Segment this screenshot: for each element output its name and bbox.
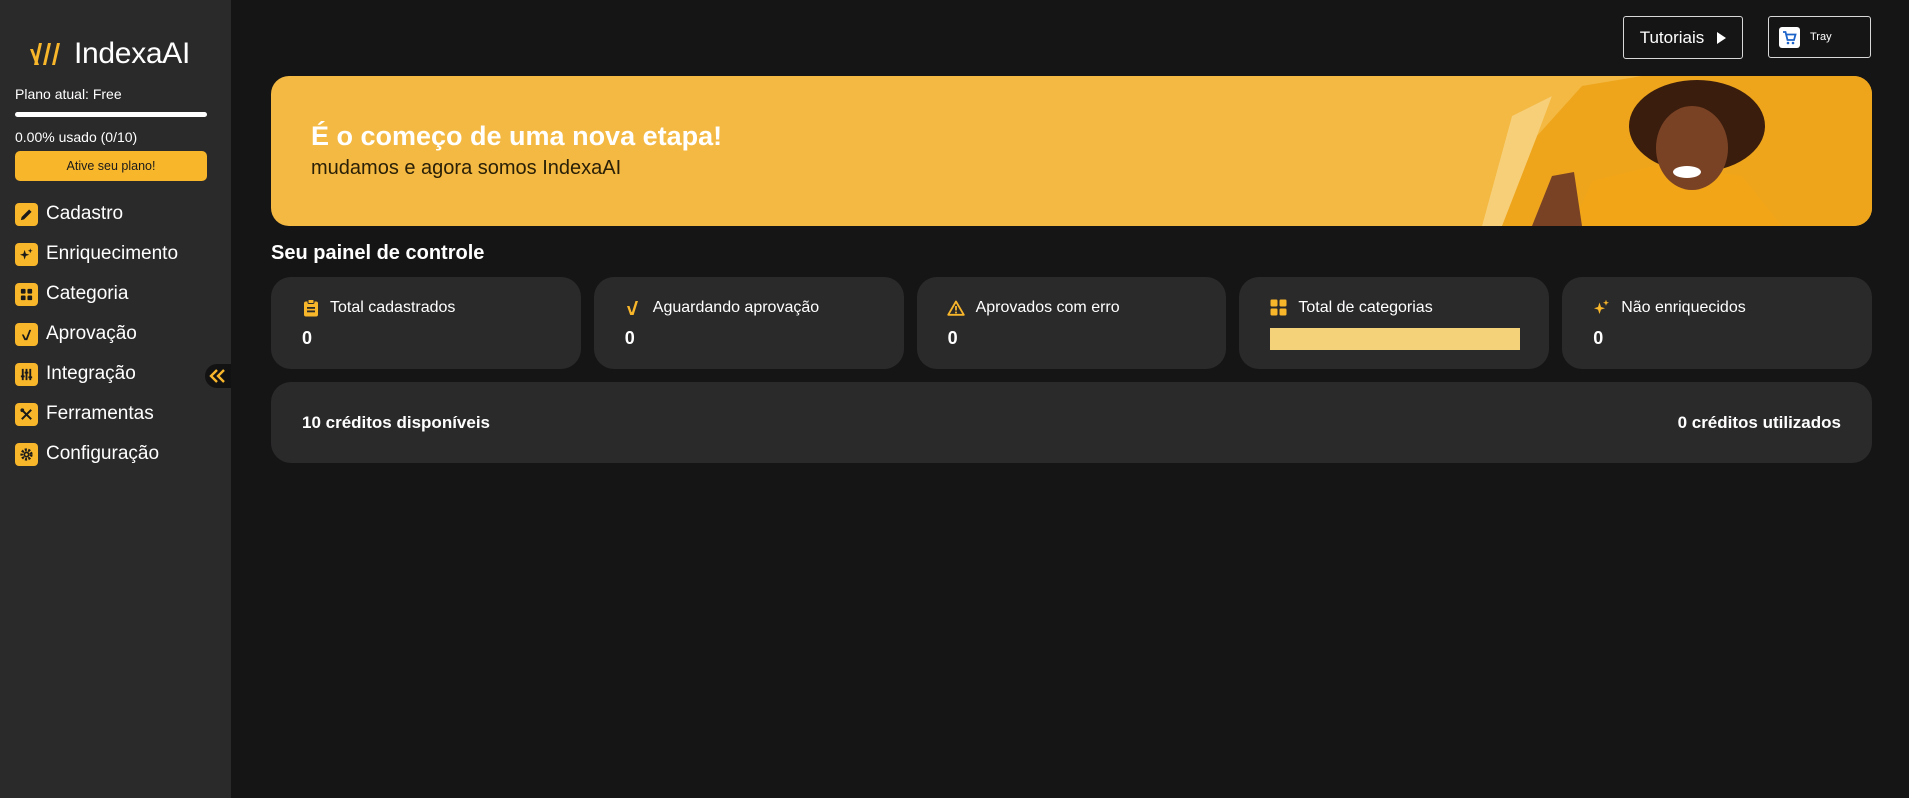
card-header: Não enriquecidos — [1592, 298, 1746, 317]
sidebar-item-label: Categoria — [46, 283, 129, 304]
app-root: IndexaAI Plano atual: Free 0.00% usado (… — [0, 0, 1909, 798]
panel-title: Seu painel de controle — [271, 242, 485, 264]
sidebar: IndexaAI Plano atual: Free 0.00% usado (… — [0, 0, 231, 798]
logo[interactable]: IndexaAI — [28, 36, 190, 72]
sidebar-item-cadastro[interactable]: Cadastro — [15, 194, 215, 234]
card-value: 0 — [947, 328, 958, 348]
card-value: 0 — [302, 328, 313, 348]
tools-icon — [15, 402, 38, 426]
sidebar-item-aprovacao[interactable]: Aprovação — [15, 314, 215, 354]
stats-cards: Total cadastrados 0 Aguardando aprovação… — [271, 277, 1872, 369]
play-icon — [1717, 31, 1727, 44]
card-label: Aprovados com erro — [975, 298, 1120, 316]
card-header: Total cadastrados — [301, 298, 455, 317]
check-icon — [15, 322, 38, 346]
tutorials-button[interactable]: Tutoriais — [1623, 16, 1743, 59]
tutorials-label: Tutoriais — [1639, 27, 1705, 47]
stat-card-nao-enriquecidos[interactable]: Não enriquecidos 0 — [1562, 277, 1872, 369]
card-label: Total de categorias — [1298, 298, 1433, 316]
stat-card-total-cadastrados[interactable]: Total cadastrados 0 — [271, 277, 581, 369]
banner-title: É o começo de uma nova etapa! — [311, 121, 723, 151]
sidebar-item-label: Integração — [46, 363, 136, 384]
sidebar-item-enriquecimento[interactable]: Enriquecimento — [15, 234, 215, 274]
credits-summary: 10 créditos disponíveis 0 créditos utili… — [271, 382, 1872, 463]
announcement-banner: É o começo de uma nova etapa! mudamos e … — [271, 76, 1872, 226]
sidebar-item-label: Enriquecimento — [46, 243, 179, 264]
indexa-logo-icon — [30, 43, 60, 65]
stat-card-aprovados-com-erro[interactable]: Aprovados com erro 0 — [916, 277, 1227, 369]
gear-icon — [15, 442, 38, 466]
warning-icon — [947, 298, 966, 317]
clipboard-icon — [301, 298, 320, 317]
pencil-icon — [15, 202, 38, 226]
credits-available: 10 créditos disponíveis — [302, 413, 491, 432]
card-header: Aprovados com erro — [947, 298, 1120, 317]
sparkles-icon — [15, 242, 38, 266]
sparkles-icon — [1592, 298, 1611, 317]
banner-woman-illustration — [1482, 76, 1872, 226]
grid-icon — [15, 282, 38, 306]
sidebar-item-integracao[interactable]: Integração — [15, 354, 215, 394]
grid-icon — [1269, 298, 1288, 317]
tray-logo-icon — [1779, 26, 1800, 48]
usage-label: 0.00% usado (0/10) — [15, 129, 138, 145]
sidebar-item-ferramentas[interactable]: Ferramentas — [15, 394, 215, 434]
credits-used: 0 créditos utilizados — [1677, 413, 1841, 432]
banner-subtitle: mudamos e agora somos IndexaAI — [311, 157, 622, 179]
card-value: 0 — [1593, 328, 1604, 348]
activate-plan-button[interactable]: Ative seu plano! — [15, 151, 207, 181]
sidebar-item-label: Aprovação — [46, 323, 137, 344]
plan-label: Plano atual: Free — [15, 86, 122, 102]
sidebar-item-categoria[interactable]: Categoria — [15, 274, 215, 314]
card-label: Aguardando aprovação — [652, 298, 820, 316]
stat-card-aguardando-aprovacao[interactable]: Aguardando aprovação 0 — [593, 277, 904, 369]
stat-card-total-de-categorias[interactable]: Total de categorias — [1239, 277, 1550, 369]
sidebar-item-configuracao[interactable]: Configuração — [15, 434, 215, 474]
card-header: Aguardando aprovação — [624, 298, 819, 317]
usage-progress-bar — [15, 112, 207, 117]
card-header: Total de categorias — [1269, 298, 1433, 317]
card-value: 0 — [624, 328, 635, 348]
card-value-loading-placeholder — [1270, 328, 1521, 350]
sliders-icon — [15, 362, 38, 386]
sidebar-item-label: Cadastro — [46, 203, 124, 224]
integration-selector[interactable]: Tray — [1768, 16, 1871, 58]
check-icon — [624, 298, 643, 317]
sidebar-item-label: Ferramentas — [46, 403, 154, 424]
sidebar-item-label: Configuração — [46, 443, 160, 464]
logo-text: IndexaAI — [74, 37, 191, 70]
integration-label: Tray — [1810, 31, 1832, 43]
card-label: Total cadastrados — [330, 298, 456, 316]
sidebar-nav: Cadastro Enriquecimento Categoria Aprova… — [15, 194, 215, 474]
double-chevron-left-icon — [209, 369, 225, 383]
card-label: Não enriquecidos — [1621, 298, 1746, 316]
collapse-sidebar-button[interactable] — [205, 364, 231, 388]
